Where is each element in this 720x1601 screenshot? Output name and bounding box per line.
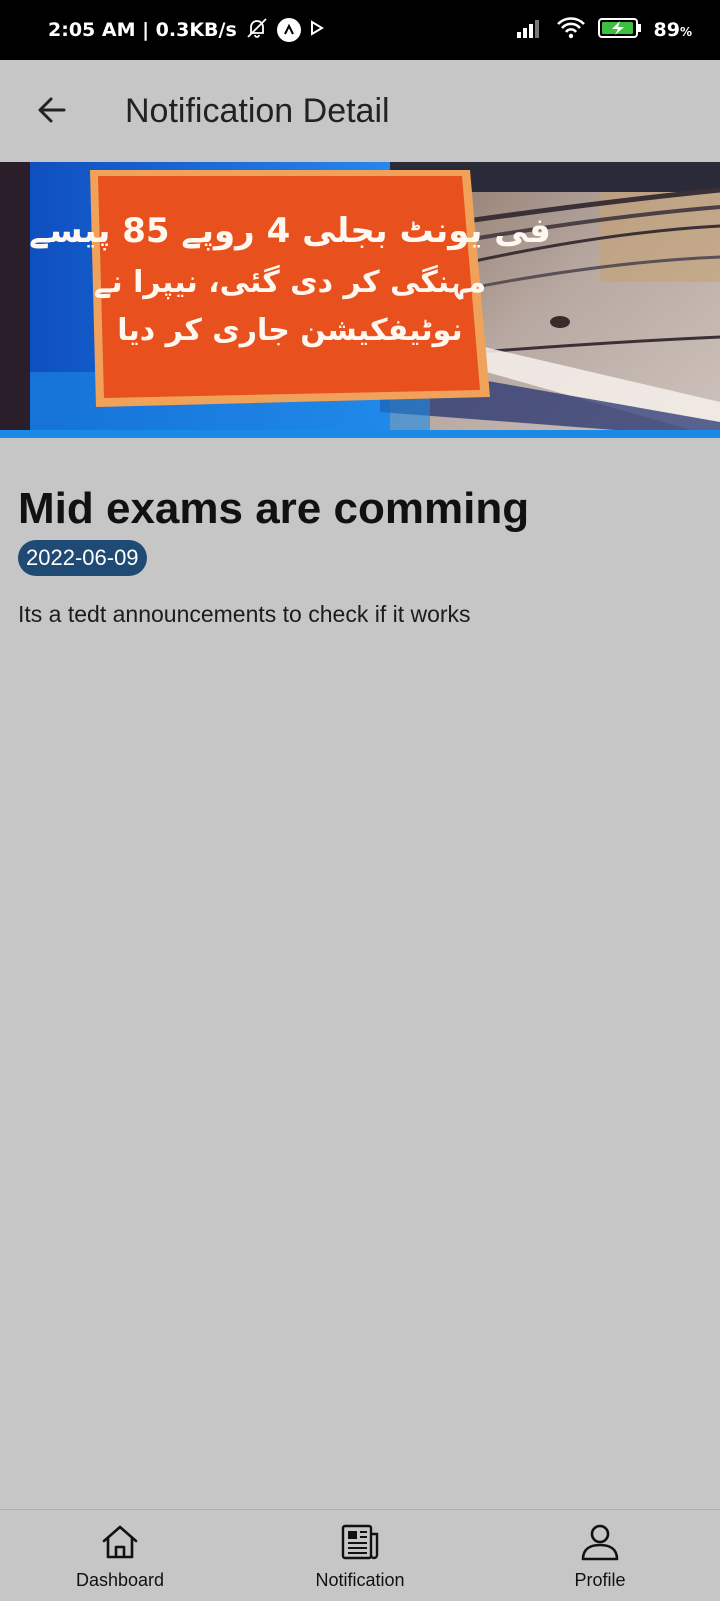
notification-banner-image: فی یونٹ بجلی 4 روپے 85 پیسے مہنگی کر دی … bbox=[0, 162, 720, 438]
nav-profile-label: Profile bbox=[574, 1570, 626, 1590]
wifi-icon bbox=[556, 16, 586, 45]
banner-text-line-2: مہنگی کر دی گئی، نیپرا نے bbox=[94, 264, 486, 300]
status-bar: 2:05 AM | 0.3KB/s 89% bbox=[0, 0, 720, 60]
date-badge: 2022-06-09 bbox=[18, 540, 147, 576]
battery-percent: 89% bbox=[653, 19, 692, 41]
nav-dashboard[interactable]: Dashboard bbox=[20, 1510, 220, 1601]
newspaper-icon bbox=[340, 1520, 380, 1564]
person-icon bbox=[580, 1520, 620, 1564]
banner-text-line-1: فی یونٹ بجلی 4 روپے 85 پیسے bbox=[29, 211, 551, 251]
battery-charging-icon bbox=[597, 17, 642, 44]
nav-dashboard-label: Dashboard bbox=[75, 1570, 165, 1590]
arrow-back-icon bbox=[38, 97, 66, 123]
mute-bell-icon bbox=[245, 16, 269, 45]
play-icon bbox=[309, 19, 325, 41]
status-time: 2:05 AM | 0.3KB/s bbox=[48, 19, 237, 41]
nav-notification-label: Notification bbox=[315, 1570, 405, 1590]
app-bar: Notification Detail bbox=[0, 60, 720, 162]
nav-profile[interactable]: Profile bbox=[500, 1510, 700, 1601]
status-left: 2:05 AM | 0.3KB/s bbox=[48, 0, 325, 60]
notification-title: Mid exams are comming bbox=[18, 484, 530, 533]
status-right: 89% bbox=[516, 0, 692, 60]
bottom-navigation: Dashboard Notification Profile bbox=[0, 1509, 720, 1601]
nav-notification[interactable]: Notification bbox=[260, 1510, 460, 1601]
signal-icon bbox=[516, 18, 544, 43]
vpn-icon bbox=[276, 18, 301, 42]
notification-body: Its a tedt announcements to check if it … bbox=[18, 601, 471, 627]
banner-text-line-3: نوٹیفکیشن جاری کر دیا bbox=[117, 313, 462, 348]
page-title: Notification Detail bbox=[125, 91, 390, 130]
back-button[interactable] bbox=[24, 82, 80, 138]
home-icon bbox=[100, 1520, 140, 1564]
